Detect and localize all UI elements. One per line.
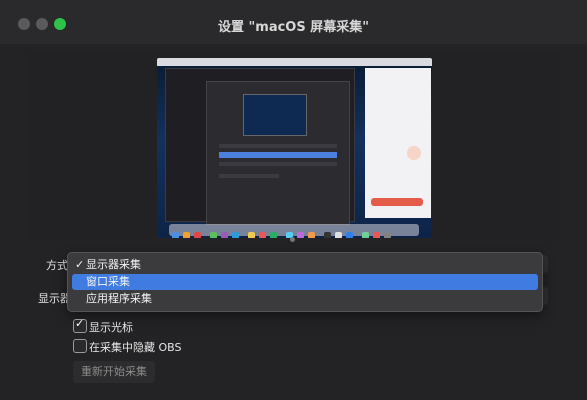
mode-dropdown-menu: ✓ 显示器采集 窗口采集 应用程序采集 — [67, 252, 543, 312]
window-title: 设置 "macOS 屏幕采集" — [217, 20, 370, 35]
capture-preview-image — [157, 58, 432, 238]
dropdown-option-window-capture[interactable]: 窗口采集 — [72, 274, 538, 290]
preview-option-line — [219, 162, 337, 166]
preview-nested-thumbnail — [243, 94, 307, 136]
preview-browser-window — [365, 68, 431, 218]
preview-settings-dialog — [206, 81, 350, 225]
hide-obs-checkbox[interactable] — [73, 339, 87, 353]
show-cursor-label[interactable]: 显示光标 — [89, 319, 133, 335]
option-label: 窗口采集 — [86, 275, 130, 288]
option-label: 应用程序采集 — [86, 292, 152, 305]
option-label: 显示器采集 — [86, 258, 141, 271]
preview-red-button — [371, 198, 423, 206]
preview-option-line — [219, 144, 337, 148]
preview-resize-handle[interactable] — [290, 237, 295, 242]
titlebar: 设置 "macOS 屏幕采集" — [0, 0, 587, 44]
check-icon: ✓ — [75, 258, 85, 271]
dropdown-option-display-capture[interactable]: ✓ 显示器采集 — [72, 257, 538, 273]
preview-avatar — [407, 146, 421, 160]
restart-capture-button[interactable]: 重新开始采集 — [73, 361, 155, 383]
preview-option-line — [219, 174, 279, 178]
dropdown-option-application-capture[interactable]: 应用程序采集 — [72, 291, 538, 307]
mode-label: 方式 — [46, 259, 68, 272]
settings-window: 设置 "macOS 屏幕采集" 方式 显示器 ✓ 显示器采集 窗口采集 应用程序… — [0, 0, 587, 400]
show-cursor-checkbox[interactable] — [73, 317, 87, 333]
hide-obs-label[interactable]: 在采集中隐藏 OBS — [89, 339, 182, 355]
preview-selected-option — [219, 152, 337, 158]
preview-obs-window — [165, 68, 355, 225]
desktop-menubar — [157, 58, 432, 66]
preview-dock — [169, 224, 419, 238]
